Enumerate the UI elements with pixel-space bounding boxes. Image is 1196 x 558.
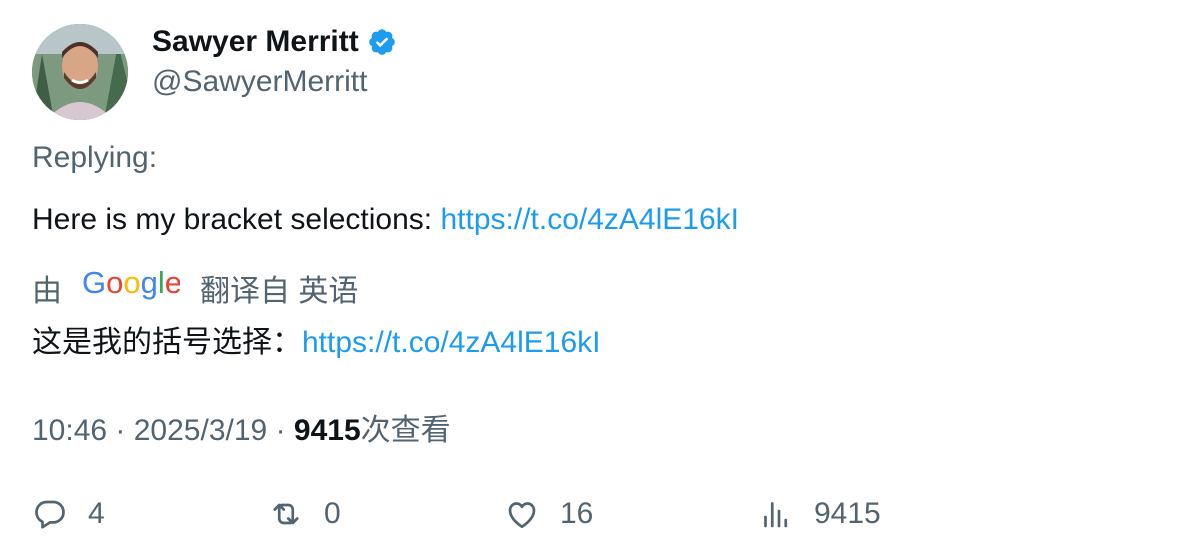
meta-separator: · bbox=[115, 414, 134, 447]
views-count: 9415 bbox=[293, 414, 361, 447]
translated-link[interactable]: https://t.co/4zA4lE16kI bbox=[302, 326, 601, 359]
replying-label: Replying: bbox=[32, 141, 158, 174]
translated-text: 这是我的括号选择：https://t.co/4zA4lE16kI bbox=[32, 317, 601, 361]
retweet-button[interactable]: 0 bbox=[268, 492, 341, 536]
translated-from-label: 翻译自 英语 bbox=[200, 275, 359, 308]
like-icon bbox=[508, 502, 536, 529]
google-logo[interactable]: Google bbox=[82, 265, 182, 309]
tweet-body: Here is my bracket selections: bbox=[32, 203, 441, 236]
reply-count: 4 bbox=[88, 497, 105, 530]
views-suffix: 次查看 bbox=[360, 414, 451, 447]
translated-body: 这是我的括号选择： bbox=[32, 326, 302, 359]
tweet-text: Here is my bracket selections: https://t… bbox=[32, 203, 739, 237]
meta-separator: · bbox=[275, 414, 294, 447]
reply-icon bbox=[35, 500, 65, 529]
avatar[interactable] bbox=[32, 24, 128, 120]
name-row: Sawyer Merritt bbox=[152, 24, 397, 60]
tweet-time[interactable]: 10:46 bbox=[32, 414, 107, 447]
reply-button[interactable]: 4 bbox=[32, 492, 105, 536]
tweet-link[interactable]: https://t.co/4zA4lE16kI bbox=[440, 203, 739, 236]
views-icon bbox=[764, 502, 788, 528]
verified-badge-icon bbox=[367, 27, 397, 57]
like-count: 16 bbox=[560, 497, 594, 530]
user-handle[interactable]: @SawyerMerritt bbox=[152, 64, 367, 100]
retweet-count: 0 bbox=[324, 497, 341, 530]
views-button[interactable]: 9415 bbox=[758, 492, 881, 536]
tweet-date[interactable]: 2025/3/19 bbox=[134, 414, 267, 447]
like-button[interactable]: 16 bbox=[504, 492, 593, 536]
tweet-meta: 10:46 · 2025/3/19 · 9415次查看 bbox=[32, 405, 451, 449]
translated-by-label: 由 bbox=[32, 275, 62, 308]
views-action-count: 9415 bbox=[814, 497, 881, 530]
svg-text:Google: Google bbox=[82, 267, 180, 300]
action-bar: 4 0 16 9415 bbox=[32, 492, 1172, 536]
display-name[interactable]: Sawyer Merritt bbox=[152, 24, 359, 60]
retweet-icon bbox=[273, 503, 299, 525]
translation-attribution: 由 Google 翻译自 英语 bbox=[32, 265, 359, 309]
